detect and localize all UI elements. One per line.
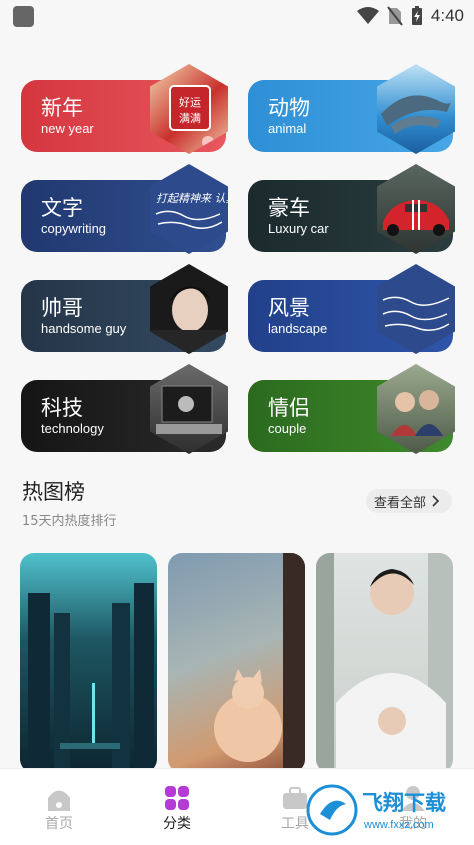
see-all-button[interactable]: 查看全部 [365, 489, 452, 513]
see-all-label: 查看全部 [373, 495, 426, 511]
category-title: 科技 [41, 396, 83, 420]
copy-overlay-text: 打起精神来 认真学 [156, 192, 228, 205]
category-subtitle: landscape [268, 321, 328, 336]
category-card-landscape[interactable]: 风景 landscape [248, 264, 455, 354]
category-subtitle: technology [41, 421, 104, 436]
new-year-overlay-2: 满满 [179, 112, 201, 125]
calligraphy-thumbnail: 打起精神来 认真学 [150, 164, 228, 254]
watermark-brand: 飞翔下载 [362, 791, 446, 815]
wallpaper-thumbnail-cat[interactable] [168, 553, 305, 773]
category-card-copywriting[interactable]: 文字 copywriting 打起精神来 认真学 [21, 164, 228, 254]
category-title: 风景 [268, 296, 310, 320]
tab-category[interactable]: 分类 [118, 769, 236, 845]
category-title: 帅哥 [41, 296, 83, 320]
category-card-luxury-car[interactable]: 豪车 Luxury car [248, 164, 455, 254]
car-thumbnail [377, 164, 455, 254]
app-notification-icon [13, 6, 34, 27]
wallpaper-thumbnail-city[interactable] [20, 553, 157, 773]
tech-thumbnail [150, 364, 228, 454]
watermark-url: www.fxxz.com [363, 819, 434, 831]
wallpaper-thumbnail-man[interactable] [316, 553, 453, 773]
hot-section-title: 热图榜 [22, 480, 85, 504]
battery-charging-icon [411, 6, 422, 25]
tab-home[interactable]: 首页 [0, 769, 118, 845]
category-subtitle: new year [41, 121, 94, 136]
category-title: 新年 [41, 96, 83, 120]
tab-label: 分类 [163, 816, 191, 832]
no-sim-icon [387, 6, 403, 26]
portrait-thumbnail [150, 264, 228, 354]
category-subtitle: Luxury car [268, 221, 329, 236]
couple-thumbnail [377, 364, 455, 454]
site-watermark: 飞翔下载 www.fxxz.com [306, 780, 472, 840]
category-subtitle: animal [268, 121, 307, 136]
chevron-right-icon [432, 495, 440, 507]
clock: 4:40 [430, 6, 464, 25]
status-bar: 4:40 [0, 0, 474, 34]
category-card-handsome-guy[interactable]: 帅哥 handsome guy [21, 264, 228, 354]
new-year-thumbnail: 好运 满满 [150, 64, 228, 154]
category-card-animal[interactable]: 动物 animal [248, 64, 455, 154]
hot-section-subtitle: 15天内热度排行 [22, 514, 117, 529]
grid-icon [165, 786, 189, 810]
dolphin-thumbnail [377, 64, 455, 154]
landscape-thumbnail [377, 264, 455, 354]
tab-label: 首页 [45, 816, 73, 832]
category-card-couple[interactable]: 情侣 couple [248, 364, 455, 454]
category-card-new-year[interactable]: 新年 new year 好运 满满 [21, 64, 228, 154]
home-icon [48, 790, 70, 811]
category-subtitle: handsome guy [41, 321, 127, 336]
category-title: 动物 [268, 96, 310, 120]
category-title: 豪车 [268, 196, 310, 220]
hot-wallpaper-list [20, 553, 460, 773]
wifi-icon [356, 7, 379, 24]
category-subtitle: couple [268, 421, 307, 436]
category-title: 情侣 [268, 396, 310, 420]
category-subtitle: copywriting [41, 221, 107, 236]
category-title: 文字 [41, 196, 83, 220]
category-card-technology[interactable]: 科技 technology [21, 364, 228, 454]
new-year-overlay-1: 好运 [179, 95, 201, 109]
